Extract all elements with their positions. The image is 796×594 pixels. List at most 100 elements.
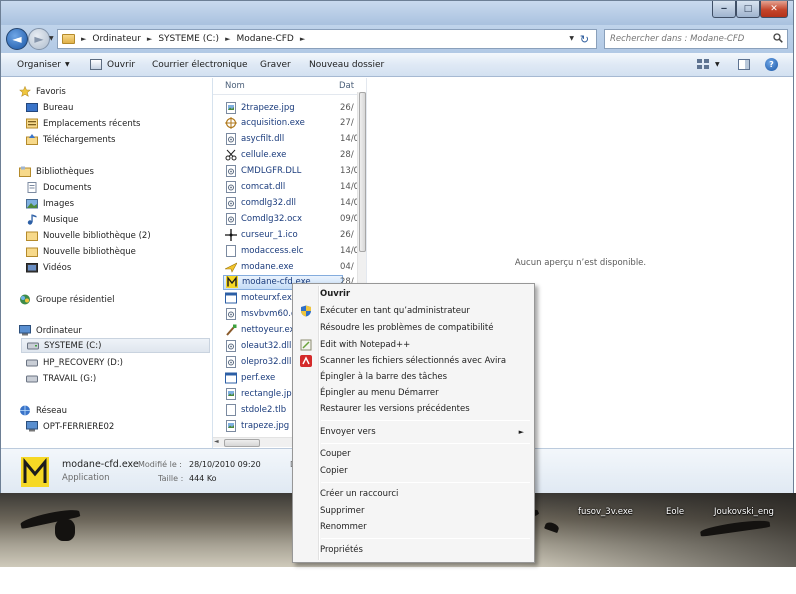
change-view-icon[interactable] (697, 59, 709, 70)
breadcrumb-chevron-icon[interactable]: ► (300, 35, 305, 43)
forward-button[interactable]: ► (28, 28, 50, 50)
nav-drive-g[interactable]: TRAVAIL (G:) (26, 371, 96, 386)
nav-computer[interactable]: Ordinateur (19, 323, 82, 338)
file-row[interactable]: rectangle.jpg (225, 386, 297, 401)
scroll-thumb[interactable] (224, 439, 260, 447)
nav-network-pc[interactable]: OPT-FERRIERE02 (26, 419, 114, 434)
nav-videos[interactable]: Vidéos (26, 260, 71, 275)
breadcrumb-chevron-icon[interactable]: ► (81, 35, 86, 43)
desktop-icon-label[interactable]: Eole (666, 507, 684, 517)
breadcrumb-chevron-icon[interactable]: ► (225, 35, 230, 43)
nav-new-library[interactable]: Nouvelle bibliothèque (26, 244, 136, 259)
file-row[interactable]: olepro32.dll (225, 354, 291, 369)
file-row[interactable]: cellule.exe (225, 148, 286, 163)
menu-item-open[interactable]: Ouvrir (295, 286, 532, 302)
nav-new-library-2[interactable]: Nouvelle bibliothèque (2) (26, 228, 151, 243)
desktop-icon-label[interactable]: fusov_3v.exe (578, 507, 633, 517)
nav-label: Réseau (36, 405, 68, 416)
libraries-icon (19, 166, 31, 177)
email-button[interactable]: Courrier électronique (152, 53, 248, 76)
maximize-button[interactable]: □ (736, 1, 760, 18)
file-row[interactable]: nettoyeur.exe (225, 323, 300, 338)
menu-item-run-as-admin[interactable]: Exécuter en tant qu’administrateur (295, 303, 532, 319)
dll-file-icon (226, 165, 236, 178)
column-header-date[interactable]: Dat (339, 78, 354, 94)
recent-pages-dropdown[interactable]: ▼ (49, 35, 54, 42)
address-dropdown-icon[interactable]: ▼ (569, 35, 574, 42)
file-row[interactable]: perf.exe (225, 370, 275, 385)
breadcrumb-item[interactable]: Modane-CFD (236, 34, 293, 44)
nav-images[interactable]: Images (26, 196, 74, 211)
preview-pane-icon[interactable] (738, 59, 750, 70)
column-header-name[interactable]: Nom (225, 78, 245, 94)
nav-recent-places[interactable]: Emplacements récents (26, 116, 140, 131)
scroll-thumb[interactable] (359, 92, 366, 252)
nav-favorites[interactable]: Favoris (19, 84, 66, 99)
file-name: trapeze.jpg (241, 420, 290, 431)
nav-homegroup[interactable]: Groupe résidentiel (19, 292, 114, 307)
search-box[interactable] (604, 29, 788, 49)
file-row[interactable]: 2trapeze.jpg (225, 100, 295, 115)
back-button[interactable]: ◄ (6, 28, 28, 50)
menu-item-properties[interactable]: Propriétés (295, 542, 532, 558)
file-row[interactable]: comcat.dll (225, 180, 285, 195)
nav-label: Musique (43, 214, 79, 225)
file-row[interactable]: stdole2.tlb (225, 402, 286, 417)
menu-item-avira[interactable]: Scanner les fichiers sélectionnés avec A… (295, 353, 532, 369)
file-row[interactable]: asycfilt.dll (225, 132, 284, 147)
nav-documents[interactable]: Documents (26, 180, 91, 195)
file-row[interactable]: acquisition.exe (225, 116, 305, 131)
search-icon[interactable] (773, 33, 783, 43)
menu-item-pin-start[interactable]: Épingler au menu Démarrer (295, 385, 532, 401)
menu-item-notepad[interactable]: Edit with Notepad++ (295, 337, 532, 353)
address-bar[interactable]: ► Ordinateur ► SYSTEME (C:) ► Modane-CFD… (57, 29, 597, 49)
file-row[interactable]: curseur_1.ico (225, 227, 298, 242)
menu-label: Épingler à la barre des tâches (320, 372, 448, 382)
menu-label: Scanner les fichiers sélectionnés avec A… (320, 356, 507, 366)
nav-music[interactable]: Musique (26, 212, 79, 227)
file-row[interactable]: CMDLGFR.DLL (225, 164, 301, 179)
breadcrumb-chevron-icon[interactable]: ► (147, 35, 152, 43)
modified-value: 28/10/2010 09:20 (189, 460, 261, 469)
help-icon[interactable]: ? (765, 58, 778, 71)
title-bar[interactable]: ‒ □ ✕ (1, 1, 793, 25)
file-row[interactable]: modaccess.elc (225, 243, 303, 258)
view-options-dropdown-icon[interactable]: ▼ (715, 53, 720, 76)
file-row[interactable]: comdlg32.dll (225, 195, 296, 210)
file-row[interactable]: modane.exe (225, 259, 293, 274)
nav-downloads[interactable]: Téléchargements (26, 132, 115, 147)
file-row[interactable]: trapeze.jpg (225, 418, 289, 433)
organize-button[interactable]: Organiser ▼ (17, 53, 70, 76)
scroll-left-icon[interactable]: ◄ (214, 438, 219, 445)
new-folder-button[interactable]: Nouveau dossier (309, 53, 384, 76)
nav-libraries[interactable]: Bibliothèques (19, 164, 94, 179)
nav-desktop[interactable]: Bureau (26, 100, 73, 115)
nav-drive-d[interactable]: HP_RECOVERY (D:) (26, 355, 123, 370)
menu-item-send-to[interactable]: Envoyer vers ► (295, 424, 532, 440)
scissors-icon (225, 149, 237, 161)
menu-item-restore-versions[interactable]: Restaurer les versions précédentes (295, 401, 532, 417)
menu-item-copy[interactable]: Copier (295, 463, 532, 479)
refresh-icon[interactable]: ↻ (577, 31, 592, 47)
menu-item-rename[interactable]: Renommer (295, 519, 532, 535)
file-row[interactable]: oleaut32.dll (225, 339, 291, 354)
menu-item-cut[interactable]: Couper (295, 446, 532, 462)
open-button[interactable]: Ouvrir (90, 53, 135, 76)
search-input[interactable] (605, 34, 765, 44)
nav-network[interactable]: Réseau (19, 403, 67, 418)
file-date: 28/ (340, 150, 354, 161)
burn-button[interactable]: Graver (260, 53, 291, 76)
menu-item-pin-taskbar[interactable]: Épingler à la barre des tâches (295, 369, 532, 385)
menu-item-troubleshoot[interactable]: Résoudre les problèmes de compatibilité (295, 320, 532, 336)
nav-drive-c[interactable]: SYSTEME (C:) (21, 338, 210, 353)
file-row[interactable]: moteurxf.exe (225, 291, 297, 306)
menu-item-create-shortcut[interactable]: Créer un raccourci (295, 486, 532, 502)
close-button[interactable]: ✕ (760, 1, 788, 18)
minimize-button[interactable]: ‒ (712, 1, 736, 18)
breadcrumb-item[interactable]: SYSTEME (C:) (158, 34, 219, 44)
menu-item-delete[interactable]: Supprimer (295, 503, 532, 519)
breadcrumb-item[interactable]: Ordinateur (92, 34, 141, 44)
desktop-icon-label[interactable]: Joukovski_eng (714, 507, 774, 517)
file-row[interactable]: msvbvm60.d (225, 307, 296, 322)
file-row[interactable]: Comdlg32.ocx (225, 211, 302, 226)
